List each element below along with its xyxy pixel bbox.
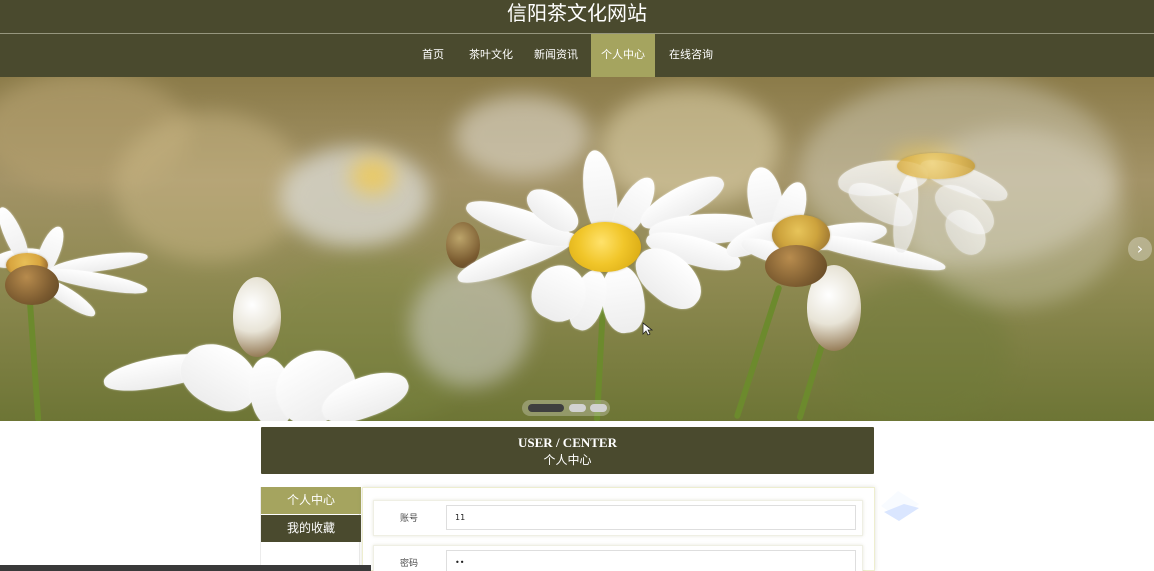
banner-next-button[interactable]: › [1128,237,1152,261]
mouse-cursor [642,321,654,340]
carousel-indicators [522,400,610,416]
nav-item-online-consultation[interactable]: 在线咨询 [666,34,716,77]
nav-item-home[interactable]: 首页 [418,34,448,77]
cursor-icon [642,322,654,336]
account-label: 账号 [400,514,419,524]
user-center-header: USER / CENTER 个人中心 [261,427,874,474]
nav-item-tea-culture[interactable]: 茶叶文化 [466,34,516,77]
password-field-row: 密码 •• [373,545,863,571]
chevron-right-icon: › [1136,239,1144,258]
sidebar-item-user-center[interactable]: 个人中心 [261,487,361,514]
nav-item-news[interactable]: 新闻资讯 [532,34,580,77]
account-input[interactable] [446,505,856,530]
decorative-shape-icon [881,491,919,521]
decorative-shape [878,488,924,524]
section-title-chinese: 个人中心 [543,453,592,467]
top-header: 信阳茶文化网站 首页 茶叶文化 新闻资讯 个人中心 在线咨询 [0,0,1154,77]
carousel-dot[interactable] [590,404,607,412]
browser-status-bar [0,565,371,571]
carousel-dot[interactable] [528,404,564,412]
user-center-sidebar: 个人中心 我的收藏 [260,487,361,571]
site-title: 信阳茶文化网站 [507,1,647,25]
carousel-dot[interactable] [569,404,586,412]
password-label: 密码 [400,559,419,569]
main-navigation: 首页 茶叶文化 新闻资讯 个人中心 在线咨询 [0,34,1154,77]
account-field-row: 账号 [373,500,863,536]
sidebar-item-my-favorites[interactable]: 我的收藏 [261,515,361,542]
profile-form-panel: 账号 密码 •• [362,487,875,571]
hero-banner: › [0,77,1154,421]
nav-item-user-center[interactable]: 个人中心 [591,34,655,77]
password-input[interactable]: •• [446,550,856,571]
section-title-english: USER / CENTER [518,435,617,450]
